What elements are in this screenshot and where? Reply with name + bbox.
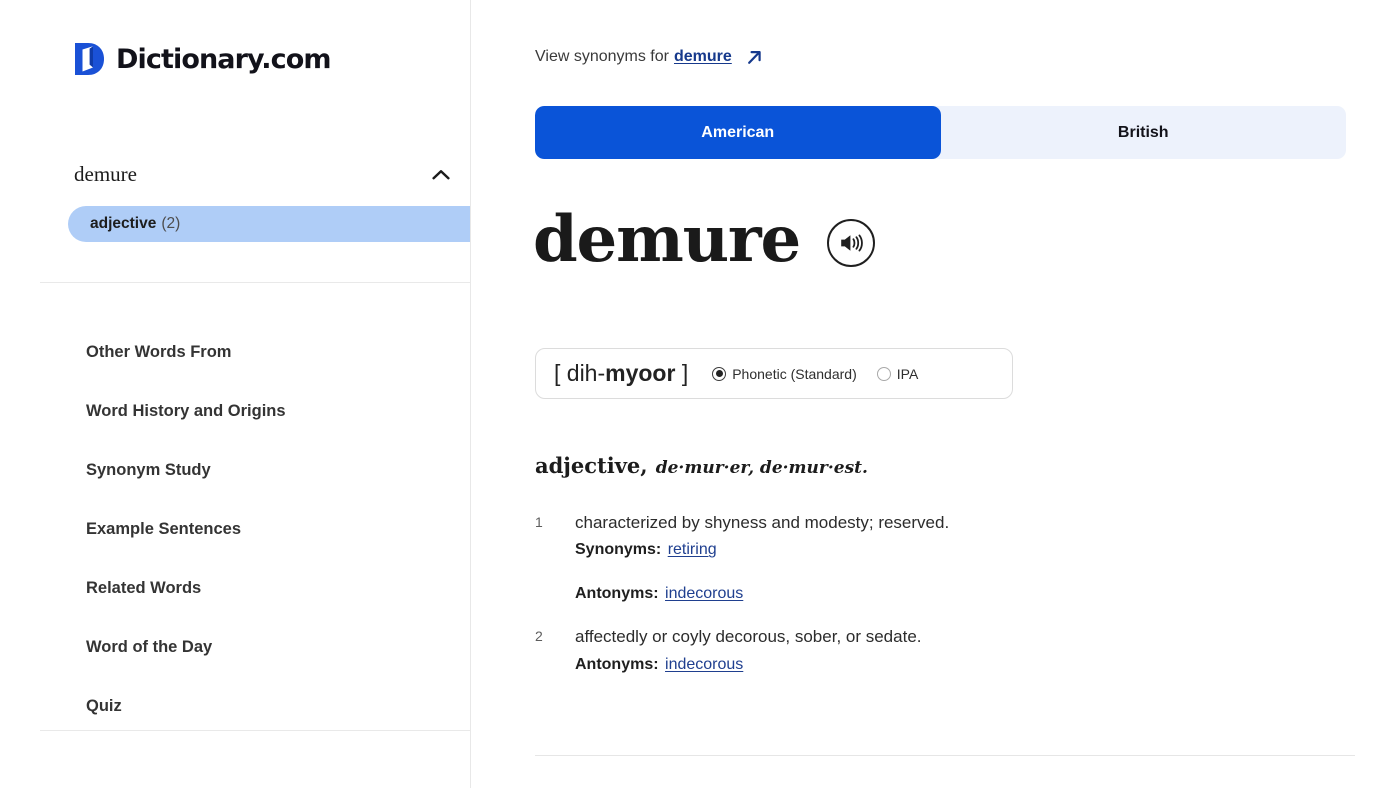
chevron-up-icon[interactable] — [432, 169, 450, 180]
definition-synonyms: Synonyms: retiring — [575, 538, 1295, 562]
radio-ipa[interactable]: IPA — [876, 365, 919, 382]
speaker-audio-icon — [838, 230, 864, 256]
pronunciation-style-options: Phonetic (Standard) IPA — [712, 366, 918, 382]
definitions-list: 1 characterized by shyness and modesty; … — [535, 510, 1295, 695]
definition-number: 1 — [535, 514, 543, 530]
pronunciation-text: [ dih-myoor ] — [554, 360, 688, 387]
headword-row: demure — [533, 208, 875, 272]
sidebar-pos-label: adjective — [90, 215, 157, 232]
sidebar-divider-top — [40, 282, 470, 283]
part-of-speech-heading: adjective, de·mur·er, de·mur·est. — [535, 453, 868, 479]
sidebar-word-toggle[interactable]: demure — [74, 162, 450, 187]
inflected-forms: de·mur·er, de·mur·est. — [655, 458, 868, 478]
sidebar-pos-count: (2) — [161, 215, 181, 232]
dialect-tab-bar: American British — [535, 106, 1346, 159]
external-link-arrow-icon[interactable] — [739, 49, 761, 66]
pron-syllable-1: dih- — [566, 360, 606, 386]
synonyms-label: Synonyms: — [575, 541, 662, 559]
play-pronunciation-button[interactable] — [826, 219, 875, 267]
sidebar-item-word-history-and-origins[interactable]: Word History and Origins — [86, 382, 286, 441]
sidebar-divider-bottom — [40, 730, 470, 731]
radio-phonetic-standard[interactable]: Phonetic (Standard) — [712, 366, 857, 382]
sidebar-item-example-sentences[interactable]: Example Sentences — [86, 500, 286, 559]
sidebar-item-adjective[interactable]: adjective (2) — [68, 206, 470, 242]
view-synonyms-link[interactable]: demure — [674, 48, 732, 66]
sidebar-item-related-words[interactable]: Related Words — [86, 559, 286, 618]
definition-body: characterized by shyness and modesty; re… — [575, 510, 1295, 606]
tab-american[interactable]: American — [535, 106, 941, 159]
radio-unselected-icon[interactable] — [876, 366, 891, 381]
sidebar-item-synonym-study[interactable]: Synonym Study — [86, 441, 286, 500]
brand-logo[interactable]: Dictionary.com — [74, 42, 332, 76]
definition-number: 2 — [535, 628, 543, 645]
definition-text: affectedly or coyly decorous, sober, or … — [575, 627, 922, 647]
sidebar-nav: Other Words From Word History and Origin… — [86, 323, 286, 736]
antonyms-label: Antonyms: — [575, 585, 659, 603]
sidebar: Dictionary.com demure adjective (2) Othe… — [0, 0, 471, 788]
definition-body: affectedly or coyly decorous, sober, or … — [575, 624, 1295, 676]
dictionary-page: Dictionary.com demure adjective (2) Othe… — [0, 0, 1400, 788]
radio-phonetic-label: Phonetic (Standard) — [732, 365, 857, 382]
view-synonyms-prompt: View synonyms for demure — [535, 48, 761, 66]
tab-british[interactable]: British — [941, 106, 1347, 159]
sidebar-item-quiz[interactable]: Quiz — [86, 677, 286, 736]
radio-ipa-label: IPA — [896, 365, 919, 382]
definition-item: 2 affectedly or coyly decorous, sober, o… — [535, 624, 1295, 676]
definition-antonyms: Antonyms: indecorous — [575, 653, 1295, 677]
sidebar-item-word-of-the-day[interactable]: Word of the Day — [86, 618, 286, 677]
antonym-link-indecorous[interactable]: indecorous — [665, 585, 743, 602]
definition-item: 1 characterized by shyness and modesty; … — [535, 510, 1295, 606]
content-divider — [535, 755, 1355, 756]
part-of-speech-name: adjective, — [535, 453, 648, 478]
definition-antonyms: Antonyms: indecorous — [575, 582, 1295, 606]
brand-name: Dictionary.com — [116, 43, 332, 75]
sidebar-item-other-words-from[interactable]: Other Words From — [86, 323, 286, 382]
main-content: View synonyms for demure American Britis… — [471, 0, 1400, 788]
headword: demure — [533, 202, 801, 277]
sidebar-word-label: demure — [74, 162, 137, 186]
antonym-link-indecorous[interactable]: indecorous — [665, 656, 743, 673]
radio-selected-icon[interactable] — [712, 366, 727, 381]
definition-text: characterized by shyness and modesty; re… — [575, 513, 950, 532]
pron-close-bracket: ] — [681, 360, 689, 386]
pron-syllable-2: myoor — [605, 360, 676, 386]
view-synonyms-prefix: View synonyms for — [535, 48, 669, 65]
antonyms-label: Antonyms: — [575, 655, 659, 673]
synonym-link-retiring[interactable]: retiring — [668, 541, 717, 558]
pronunciation-box: [ dih-myoor ] Phonetic (Standard) IPA — [535, 348, 1013, 399]
dictionary-d-logo-icon — [74, 42, 105, 76]
